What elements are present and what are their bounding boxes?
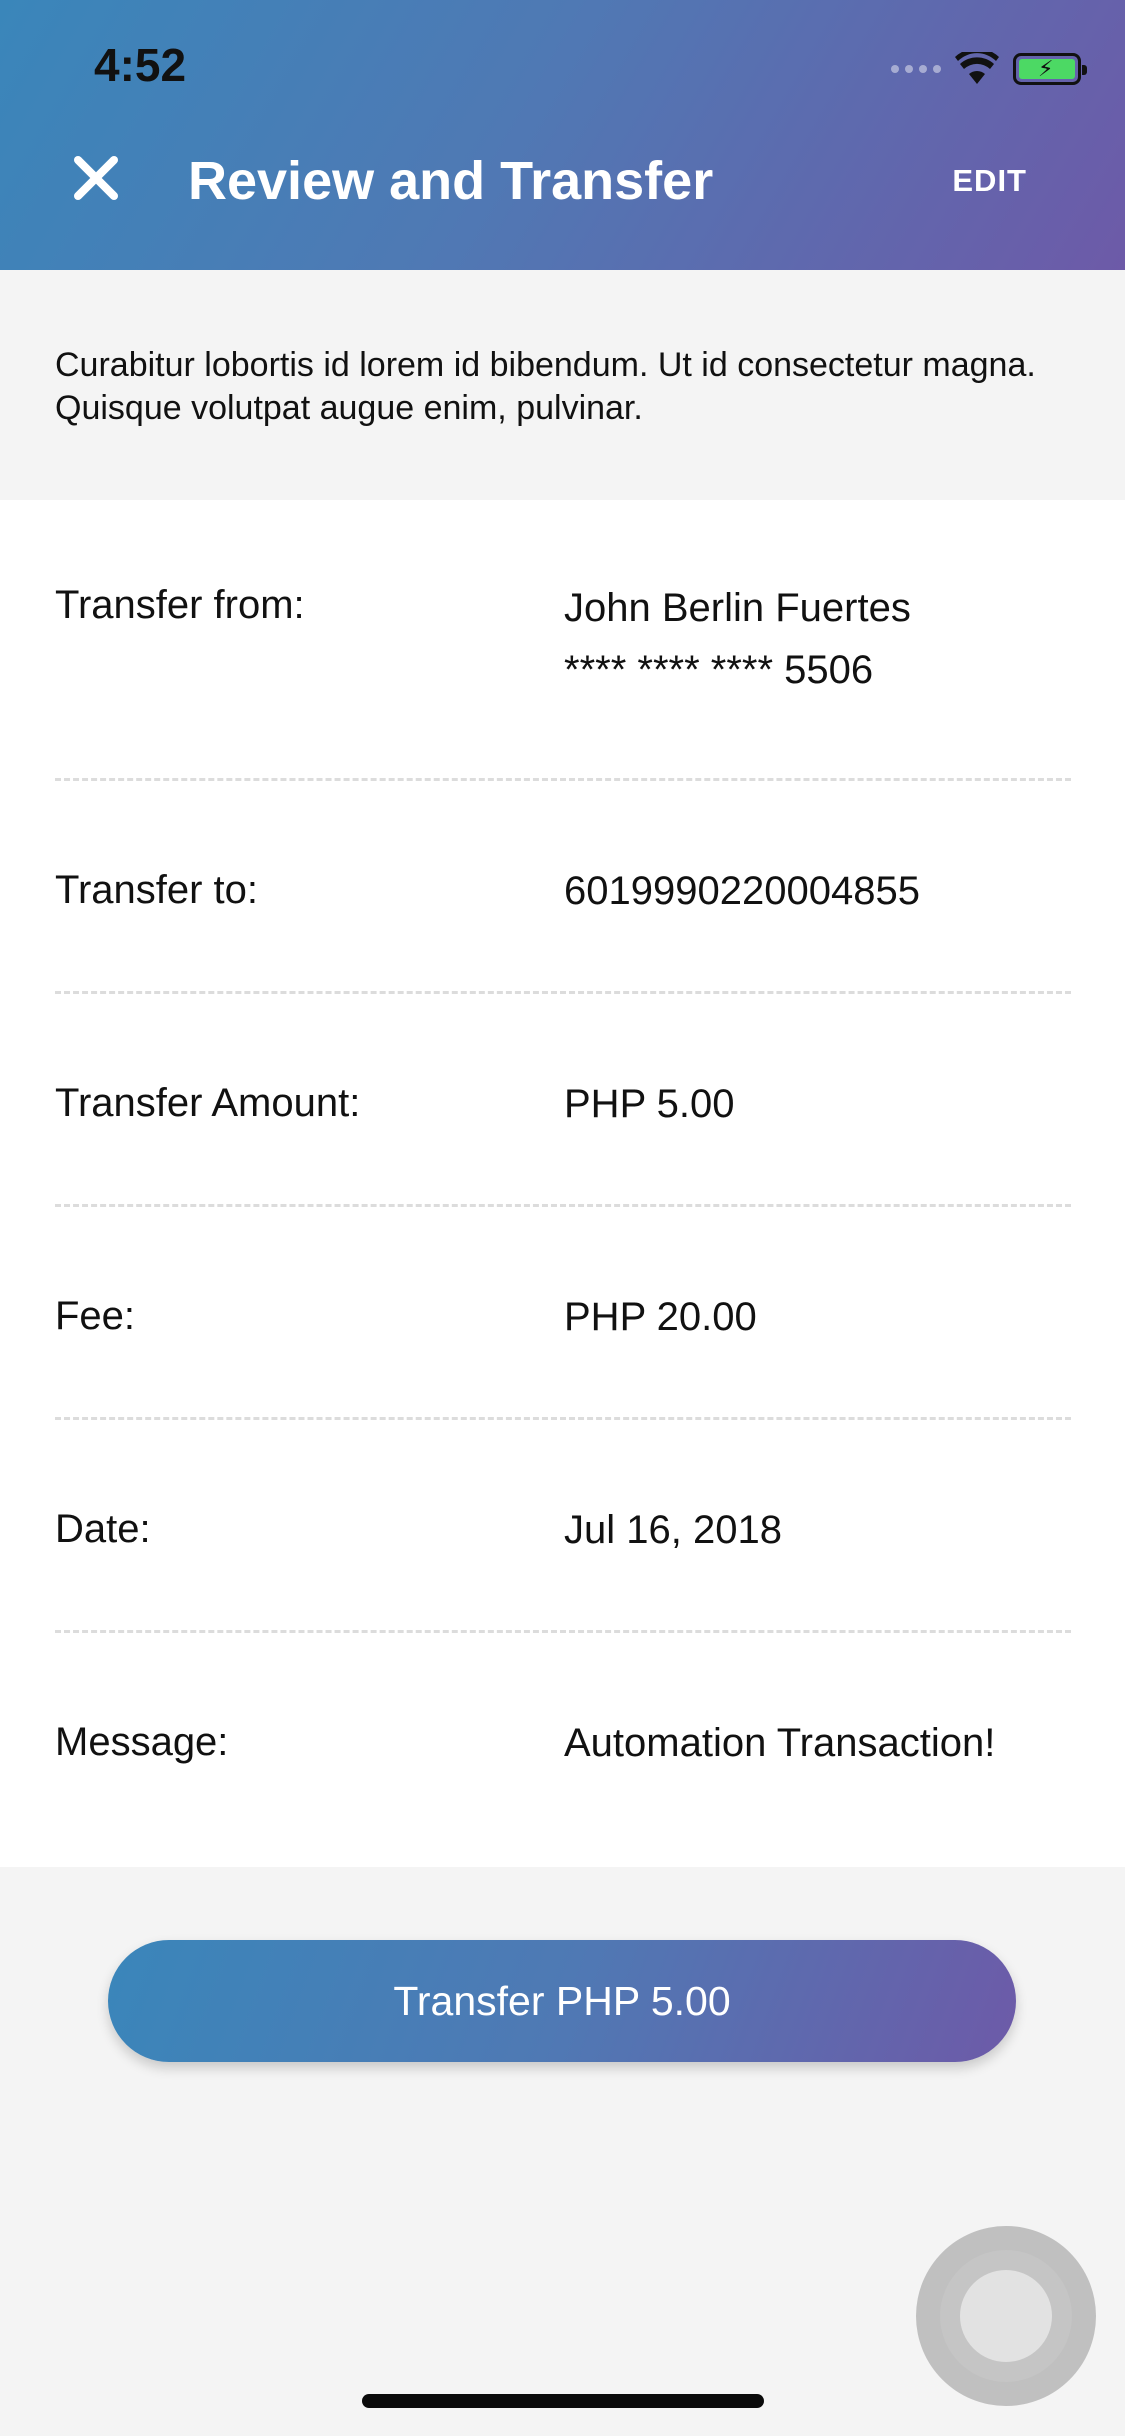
amount-label: Transfer Amount: (55, 1081, 361, 1125)
date-label: Date: (55, 1507, 151, 1551)
fee-value: PHP 20.00 (564, 1295, 757, 1339)
close-button[interactable] (66, 148, 126, 208)
status-icons: ⚡ (891, 52, 1087, 86)
review-transfer-screen: 4:52 ⚡ Review and Transfer EDIT Curabitu… (0, 0, 1125, 2436)
divider (55, 1630, 1071, 1633)
to-label: Transfer to: (55, 868, 259, 912)
from-label: Transfer from: (55, 583, 305, 627)
to-value: 6019990220004855 (564, 869, 920, 913)
message-label: Message: (55, 1720, 229, 1764)
app-header: 4:52 ⚡ Review and Transfer EDIT (0, 0, 1125, 270)
home-indicator[interactable] (362, 2394, 764, 2408)
assistive-touch-button[interactable] (916, 2226, 1096, 2406)
from-name: John Berlin Fuertes (564, 586, 911, 630)
signal-icon (891, 65, 941, 73)
divider (55, 1417, 1071, 1420)
close-icon (74, 156, 118, 200)
transfer-button[interactable]: Transfer PHP 5.00 (108, 1940, 1016, 2062)
transfer-details-card: Transfer from: John Berlin Fuertes **** … (0, 500, 1125, 1867)
from-value: John Berlin Fuertes **** **** **** 5506 (564, 577, 1084, 701)
wifi-icon (955, 52, 999, 84)
from-account: **** **** **** 5506 (564, 648, 874, 692)
status-time: 4:52 (94, 39, 187, 91)
date-value: Jul 16, 2018 (564, 1508, 782, 1552)
transfer-button-label: Transfer PHP 5.00 (393, 1977, 731, 2024)
battery-icon: ⚡ (1013, 53, 1087, 85)
fee-label: Fee: (55, 1294, 136, 1338)
divider (55, 991, 1071, 994)
divider (55, 1204, 1071, 1207)
edit-button[interactable]: EDIT (952, 163, 1027, 199)
amount-value: PHP 5.00 (564, 1082, 735, 1126)
page-title: Review and Transfer (188, 151, 714, 211)
description-text: Curabitur lobortis id lorem id bibendum.… (55, 346, 1036, 427)
divider (55, 778, 1071, 781)
message-value: Automation Transaction! (564, 1721, 996, 1765)
